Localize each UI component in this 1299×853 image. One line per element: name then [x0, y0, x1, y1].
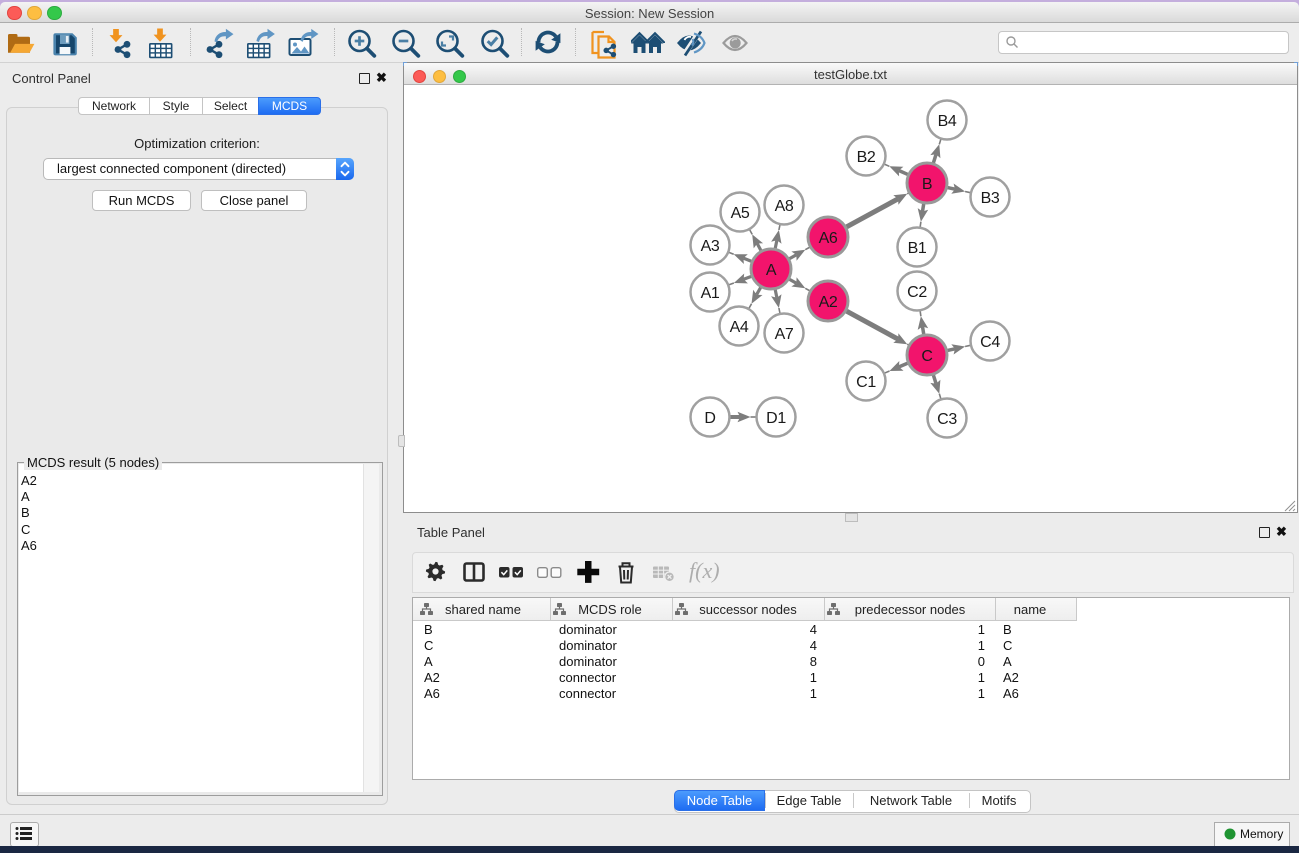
svg-text:A2: A2 — [819, 294, 838, 311]
svg-text:A3: A3 — [701, 238, 720, 255]
svg-text:C: C — [921, 348, 932, 365]
svg-text:B1: B1 — [908, 240, 927, 257]
svg-text:C4: C4 — [980, 334, 1000, 351]
svg-text:A8: A8 — [775, 198, 794, 215]
svg-text:A: A — [766, 262, 777, 279]
svg-text:A7: A7 — [775, 326, 794, 343]
svg-text:A6: A6 — [819, 230, 838, 247]
svg-text:C1: C1 — [856, 374, 876, 391]
svg-text:D: D — [704, 410, 715, 427]
svg-text:A1: A1 — [701, 285, 720, 302]
svg-text:B: B — [922, 176, 932, 193]
svg-text:D1: D1 — [766, 410, 786, 427]
svg-text:A5: A5 — [731, 205, 750, 222]
svg-text:C2: C2 — [907, 284, 927, 301]
svg-text:B2: B2 — [857, 149, 876, 166]
svg-text:A4: A4 — [730, 319, 749, 336]
svg-text:B4: B4 — [938, 113, 957, 130]
svg-text:C3: C3 — [937, 411, 957, 428]
svg-text:B3: B3 — [981, 190, 1000, 207]
